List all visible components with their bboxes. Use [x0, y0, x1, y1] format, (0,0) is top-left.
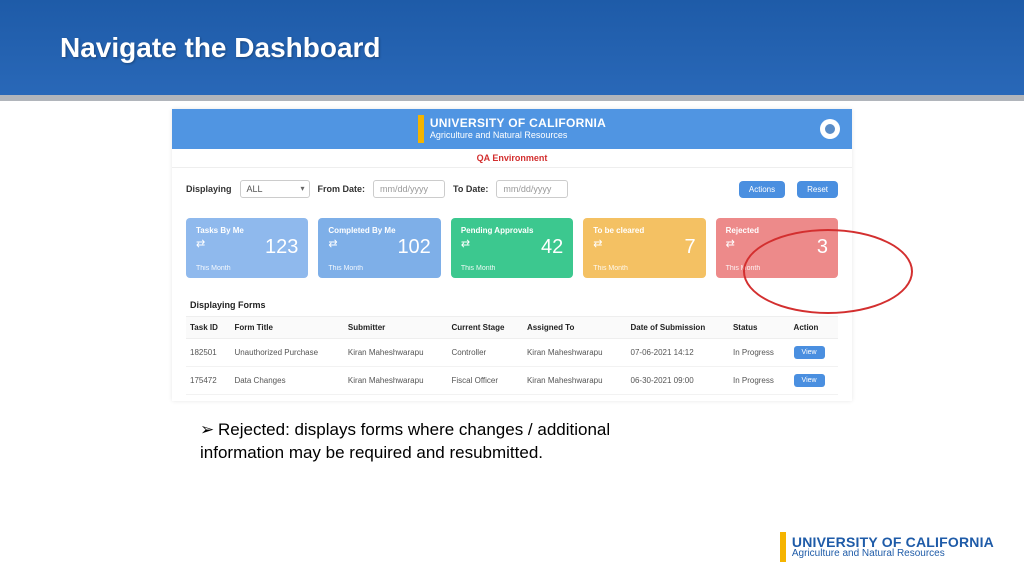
footer-subtitle: Agriculture and Natural Resources: [792, 549, 994, 559]
cell-stage: Fiscal Officer: [448, 367, 523, 395]
cell-task-id: 175472: [186, 367, 230, 395]
card-value: 123: [265, 236, 298, 259]
card-to-be-cleared[interactable]: To be cleared ⇄ 7 This Month: [583, 218, 705, 278]
card-period: This Month: [461, 265, 496, 272]
bullet-content: Rejected: displays forms where changes /…: [200, 420, 610, 462]
bullet-arrow-icon: ➢: [200, 419, 218, 442]
displaying-select[interactable]: ALL: [240, 180, 310, 198]
footer-title: UNIVERSITY OF CALIFORNIA: [792, 535, 994, 549]
banner-text: UNIVERSITY OF CALIFORNIA Agriculture and…: [430, 117, 606, 140]
avatar[interactable]: [820, 119, 840, 139]
refresh-icon: ⇄: [726, 237, 828, 250]
view-button[interactable]: View: [794, 374, 825, 387]
card-title: Pending Approvals: [461, 226, 563, 235]
banner-accent: [418, 115, 424, 143]
th-current-stage: Current Stage: [448, 317, 523, 339]
cell-status: In Progress: [729, 367, 790, 395]
actions-button[interactable]: Actions: [739, 181, 785, 198]
table-row: 182501 Unauthorized Purchase Kiran Mahes…: [186, 339, 838, 367]
th-date-submission: Date of Submission: [627, 317, 729, 339]
card-value: 42: [541, 236, 563, 259]
banner-title: UNIVERSITY OF CALIFORNIA: [430, 117, 606, 130]
slide-header: Navigate the Dashboard: [0, 0, 1024, 95]
app-banner: UNIVERSITY OF CALIFORNIA Agriculture and…: [172, 109, 852, 149]
reset-button[interactable]: Reset: [797, 181, 838, 198]
cell-action: View: [790, 339, 838, 367]
slide-title: Navigate the Dashboard: [60, 32, 381, 64]
card-title: Completed By Me: [328, 226, 430, 235]
card-title: To be cleared: [593, 226, 695, 235]
bullet-text: ➢Rejected: displays forms where changes …: [200, 419, 630, 465]
cell-action: View: [790, 367, 838, 395]
from-date-label: From Date:: [318, 184, 366, 194]
forms-table: Task ID Form Title Submitter Current Sta…: [186, 316, 838, 395]
from-date-input[interactable]: mm/dd/yyyy: [373, 180, 445, 198]
footer-text: UNIVERSITY OF CALIFORNIA Agriculture and…: [792, 535, 994, 559]
card-rejected[interactable]: Rejected ⇄ 3 This Month: [716, 218, 838, 278]
section-title: Displaying Forms: [172, 286, 852, 316]
to-date-input[interactable]: mm/dd/yyyy: [496, 180, 568, 198]
cell-status: In Progress: [729, 339, 790, 367]
banner-subtitle: Agriculture and Natural Resources: [430, 131, 606, 141]
card-period: This Month: [328, 265, 363, 272]
card-value: 102: [397, 236, 430, 259]
card-period: This Month: [593, 265, 628, 272]
filter-bar: Displaying ALL From Date: mm/dd/yyyy To …: [172, 168, 852, 210]
dashboard-screenshot: UNIVERSITY OF CALIFORNIA Agriculture and…: [172, 109, 852, 401]
card-period: This Month: [726, 265, 761, 272]
stat-cards: Tasks By Me ⇄ 123 This Month Completed B…: [172, 210, 852, 286]
th-form-title: Form Title: [230, 317, 343, 339]
refresh-icon: ⇄: [593, 237, 695, 250]
cell-assigned: Kiran Maheshwarapu: [523, 367, 627, 395]
to-date-label: To Date:: [453, 184, 488, 194]
card-completed-by-me[interactable]: Completed By Me ⇄ 102 This Month: [318, 218, 440, 278]
card-pending-approvals[interactable]: Pending Approvals ⇄ 42 This Month: [451, 218, 573, 278]
cell-form-title: Unauthorized Purchase: [230, 339, 343, 367]
cell-assigned: Kiran Maheshwarapu: [523, 339, 627, 367]
table-header-row: Task ID Form Title Submitter Current Sta…: [186, 317, 838, 339]
cell-date: 07-06-2021 14:12: [627, 339, 729, 367]
cell-submitter: Kiran Maheshwarapu: [344, 339, 448, 367]
displaying-label: Displaying: [186, 184, 232, 194]
footer-logo: UNIVERSITY OF CALIFORNIA Agriculture and…: [780, 532, 994, 562]
card-period: This Month: [196, 265, 231, 272]
cell-stage: Controller: [448, 339, 523, 367]
card-tasks-by-me[interactable]: Tasks By Me ⇄ 123 This Month: [186, 218, 308, 278]
card-value: 3: [817, 236, 828, 259]
th-status: Status: [729, 317, 790, 339]
th-task-id: Task ID: [186, 317, 230, 339]
header-divider: [0, 95, 1024, 101]
table-row: 175472 Data Changes Kiran Maheshwarapu F…: [186, 367, 838, 395]
card-title: Tasks By Me: [196, 226, 298, 235]
th-assigned-to: Assigned To: [523, 317, 627, 339]
card-value: 7: [685, 236, 696, 259]
cell-form-title: Data Changes: [230, 367, 343, 395]
cell-task-id: 182501: [186, 339, 230, 367]
view-button[interactable]: View: [794, 346, 825, 359]
th-action: Action: [790, 317, 838, 339]
environment-label: QA Environment: [172, 149, 852, 168]
card-title: Rejected: [726, 226, 828, 235]
cell-date: 06-30-2021 09:00: [627, 367, 729, 395]
footer-accent: [780, 532, 786, 562]
th-submitter: Submitter: [344, 317, 448, 339]
cell-submitter: Kiran Maheshwarapu: [344, 367, 448, 395]
